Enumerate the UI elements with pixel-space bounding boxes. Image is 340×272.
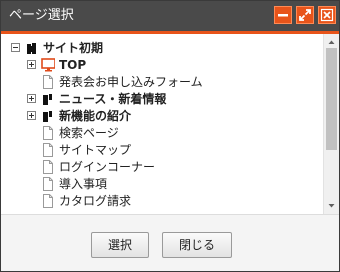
expand-toggle[interactable] (27, 94, 36, 103)
tree-item-site[interactable]: サイト初期 (1, 40, 323, 57)
tree-item-page[interactable]: カタログ請求 (1, 193, 323, 210)
scrollbar-thumb[interactable] (326, 48, 337, 150)
tree-item-page[interactable]: 検索ページ (1, 125, 323, 142)
tree-item-label: 導入事項 (59, 177, 108, 191)
collapse-toggle[interactable] (11, 43, 20, 52)
tree-item-label: ニュース・新着情報 (59, 92, 167, 106)
expand-toggle[interactable] (27, 60, 36, 69)
scroll-down-arrow-icon[interactable] (324, 200, 339, 212)
page-icon (43, 177, 53, 191)
select-button[interactable]: 選択 (91, 232, 149, 258)
tree-item-page[interactable]: 発表会お申し込みフォーム (1, 74, 323, 91)
close-dialog-button[interactable]: 閉じる (162, 232, 232, 258)
tree-item-label: サイト初期 (43, 41, 104, 55)
tree-item-label: TOP (59, 58, 87, 72)
close-icon (320, 8, 334, 22)
maximize-icon (299, 9, 311, 21)
page-icon (43, 194, 53, 208)
page-icon (43, 143, 53, 157)
page-icon (43, 126, 53, 140)
folder-icon (43, 111, 52, 122)
tree-item-top[interactable]: TOP (1, 57, 323, 74)
tree-item-page[interactable]: 導入事項 (1, 176, 323, 193)
scroll-up-arrow-icon[interactable] (324, 36, 339, 48)
expand-toggle[interactable] (27, 111, 36, 120)
page-tree: サイト初期 TOP 発表会お申し込みフォーム ニュース・新着情報 新機能の紹介 … (1, 34, 323, 214)
tree-item-features[interactable]: 新機能の紹介 (1, 108, 323, 125)
tree-item-news[interactable]: ニュース・新着情報 (1, 91, 323, 108)
maximize-button[interactable] (296, 6, 314, 24)
dialog-footer: 選択 閉じる (1, 214, 339, 271)
page-icon (43, 75, 53, 89)
tree-item-page[interactable]: ログインコーナー (1, 159, 323, 176)
close-button[interactable] (318, 6, 336, 24)
tree-item-label: 発表会お申し込みフォーム (59, 75, 203, 89)
monitor-icon (41, 58, 55, 72)
dialog-titlebar[interactable]: ページ選択 (1, 1, 339, 31)
page-select-dialog: ページ選択 サイト初期 TOP 発表会お申し込みフォーム ニュース・新着情報 新… (0, 0, 340, 272)
minimize-button[interactable] (274, 6, 292, 24)
tree-item-label: サイトマップ (59, 143, 132, 157)
site-folder-icon (27, 43, 36, 54)
tree-item-page[interactable]: サイトマップ (1, 142, 323, 159)
folder-icon (43, 94, 52, 105)
minimize-icon (278, 14, 288, 17)
tree-item-label: 検索ページ (59, 126, 119, 140)
tree-item-label: ログインコーナー (59, 160, 156, 174)
tree-item-label: 新機能の紹介 (59, 109, 132, 123)
vertical-scrollbar[interactable] (323, 34, 339, 214)
dialog-title: ページ選択 (9, 8, 74, 23)
page-icon (43, 160, 53, 174)
tree-panel: サイト初期 TOP 発表会お申し込みフォーム ニュース・新着情報 新機能の紹介 … (1, 34, 339, 214)
tree-item-label: カタログ請求 (59, 194, 132, 208)
